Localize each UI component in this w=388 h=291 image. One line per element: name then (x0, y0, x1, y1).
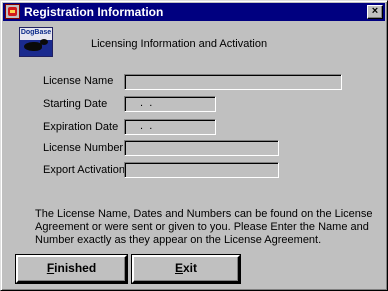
instructions-text: The License Name, Dates and Numbers can … (35, 208, 373, 246)
close-icon: × (371, 5, 379, 17)
finished-label: inished (54, 261, 97, 275)
registration-dialog: Registration Information × DogBase Licen… (0, 0, 388, 291)
window-title: Registration Information (24, 5, 164, 19)
exit-label: xit (183, 261, 198, 275)
expiration-date-field[interactable]: . . (124, 119, 216, 135)
license-name-field[interactable] (124, 74, 342, 90)
exit-button[interactable]: Exit (132, 255, 240, 283)
exit-mnemonic: E (174, 261, 183, 275)
license-name-label: License Name (43, 75, 114, 87)
license-number-label: License Number (43, 142, 124, 154)
dogbase-logo: DogBase (19, 27, 53, 57)
finished-button[interactable]: Finished (16, 255, 127, 283)
starting-date-field[interactable]: . . (124, 96, 216, 112)
title-bar[interactable]: Registration Information × (3, 3, 385, 21)
starting-date-label: Starting Date (43, 98, 108, 110)
export-activation-label: Export Activation (43, 164, 125, 176)
app-icon[interactable] (5, 4, 20, 19)
logo-text: DogBase (20, 29, 52, 36)
license-number-field[interactable] (124, 140, 279, 156)
dog-icon (24, 39, 48, 51)
section-header: Licensing Information and Activation (91, 38, 268, 50)
export-activation-field[interactable] (124, 162, 279, 178)
expiration-date-label: Expiration Date (43, 121, 119, 133)
close-button[interactable]: × (367, 5, 383, 19)
